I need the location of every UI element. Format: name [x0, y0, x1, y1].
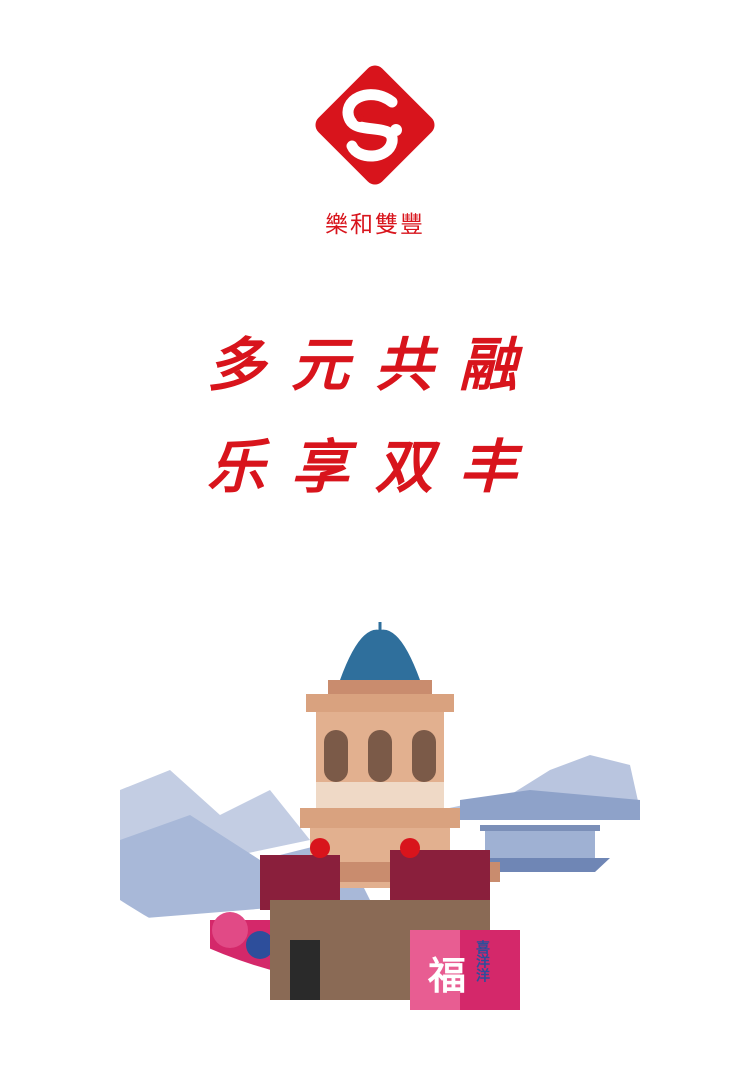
scene-graphic — [120, 622, 640, 1010]
dome-icon — [340, 629, 420, 680]
slogan-line-1: 多元共融 — [206, 331, 543, 399]
slogan-line-2: 乐享双丰 — [206, 433, 543, 501]
banner-xiyangyang-text: 喜洋洋 — [474, 940, 490, 982]
logo-diamond-icon — [315, 65, 435, 185]
clock-tower-illustration: 福 喜洋洋 — [110, 600, 650, 1040]
banner-fu-text: 福 — [428, 953, 467, 998]
brand-logo: 樂和雙豐 — [300, 60, 450, 250]
logo-name: 樂和雙豐 — [325, 212, 425, 238]
